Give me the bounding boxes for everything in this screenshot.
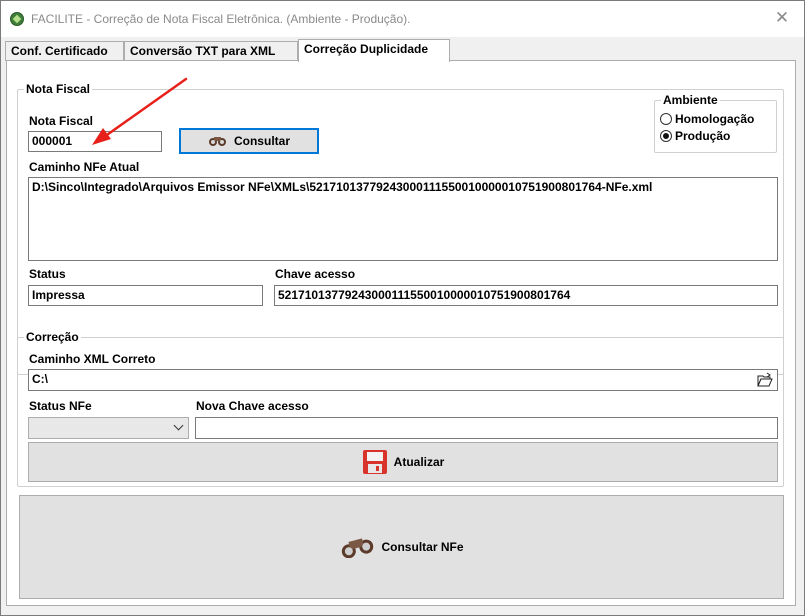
nota-fiscal-group: Nota Fiscal Nota Fiscal 000001 Consultar… (17, 82, 784, 375)
status-label: Status (29, 267, 66, 281)
status-field[interactable]: Impressa (28, 285, 263, 306)
caminho-xml-correto-value: C:\ (32, 372, 48, 386)
binoculars-icon (342, 538, 374, 558)
chevron-down-icon (173, 420, 184, 431)
ambiente-group: Ambiente Homologação Produção (654, 93, 777, 153)
app-window: FACILITE - Correção de Nota Fiscal Eletr… (0, 0, 805, 616)
correcao-group: Correção Caminho XML Correto C:\ Status … (17, 330, 784, 487)
caminho-nfe-atual-label: Caminho NFe Atual (29, 160, 140, 174)
caminho-nfe-atual-field[interactable]: D:\Sinco\Integrado\Arquivos Emissor NFe\… (28, 177, 778, 261)
consultar-button[interactable]: Consultar (179, 128, 319, 154)
nota-fiscal-input[interactable]: 000001 (28, 131, 162, 152)
save-icon (362, 450, 387, 474)
nova-chave-acesso-field[interactable] (195, 417, 778, 439)
radio-producao-label: Produção (675, 129, 731, 143)
tab-panel: Nota Fiscal Nota Fiscal 000001 Consultar… (6, 60, 796, 606)
chave-acesso-field[interactable]: 5217101377924300011155001000001075190080… (274, 285, 778, 306)
chave-acesso-label: Chave acesso (275, 267, 356, 281)
nota-fiscal-label: Nota Fiscal (29, 114, 94, 128)
tab-correcao-duplicidade[interactable]: Correção Duplicidade (298, 39, 450, 62)
consultar-button-label: Consultar (233, 134, 290, 148)
atualizar-button-label: Atualizar (393, 455, 445, 469)
app-logo-icon (10, 12, 24, 26)
consultar-nfe-button-label: Consultar NFe (381, 540, 464, 554)
title-bar: FACILITE - Correção de Nota Fiscal Eletr… (1, 1, 804, 37)
status-nfe-select[interactable] (28, 417, 189, 439)
tab-conf-certificado[interactable]: Conf. Certificado (5, 41, 124, 61)
window-title: FACILITE - Correção de Nota Fiscal Eletr… (31, 12, 411, 26)
status-nfe-label: Status NFe (29, 399, 92, 413)
ambiente-group-title: Ambiente (661, 93, 720, 107)
radio-homologacao-dot (660, 113, 672, 125)
tab-conversao-txt-xml[interactable]: Conversão TXT para XML (124, 41, 298, 61)
radio-producao[interactable]: Produção (660, 129, 730, 143)
radio-homologacao-label: Homologação (675, 112, 755, 126)
atualizar-button[interactable]: Atualizar (28, 442, 778, 482)
caminho-xml-correto-label: Caminho XML Correto (29, 352, 156, 366)
folder-open-icon[interactable] (757, 372, 773, 388)
correcao-group-title: Correção (24, 330, 81, 344)
consultar-nfe-button[interactable]: Consultar NFe (19, 495, 784, 599)
radio-producao-dot (660, 130, 672, 142)
nota-fiscal-group-title: Nota Fiscal (24, 82, 93, 96)
caminho-xml-correto-field[interactable]: C:\ (28, 369, 778, 391)
close-button[interactable]: ✕ (768, 7, 796, 31)
radio-homologacao[interactable]: Homologação (660, 112, 754, 126)
binoculars-icon (208, 137, 226, 146)
nova-chave-acesso-label: Nova Chave acesso (196, 399, 309, 413)
